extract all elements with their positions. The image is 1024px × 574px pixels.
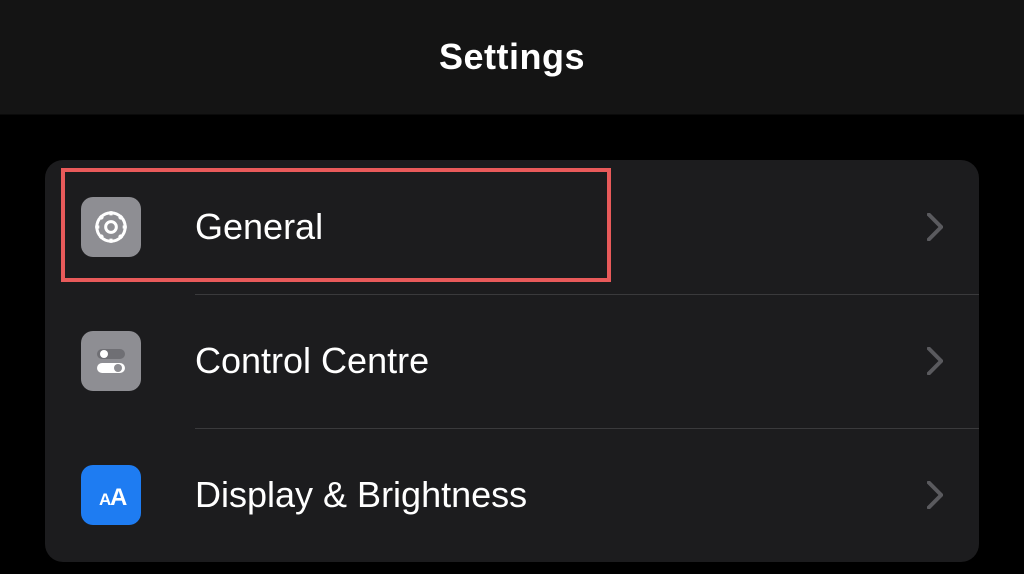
page-title: Settings [439,36,585,78]
settings-row-general[interactable]: General [45,160,979,294]
svg-text:A: A [110,484,127,511]
chevron-right-icon [927,347,943,375]
chevron-right-icon [927,481,943,509]
settings-list: General Control Centre A A Display & Bri… [45,160,979,562]
text-size-icon: A A [81,465,141,525]
header-bar: Settings [0,0,1024,115]
chevron-right-icon [927,213,943,241]
settings-row-control-centre[interactable]: Control Centre [45,294,979,428]
settings-row-display-brightness[interactable]: A A Display & Brightness [45,428,979,562]
row-label: Display & Brightness [195,474,927,516]
row-label: Control Centre [195,340,927,382]
gear-icon [81,197,141,257]
toggles-icon [81,331,141,391]
row-label: General [195,206,927,248]
